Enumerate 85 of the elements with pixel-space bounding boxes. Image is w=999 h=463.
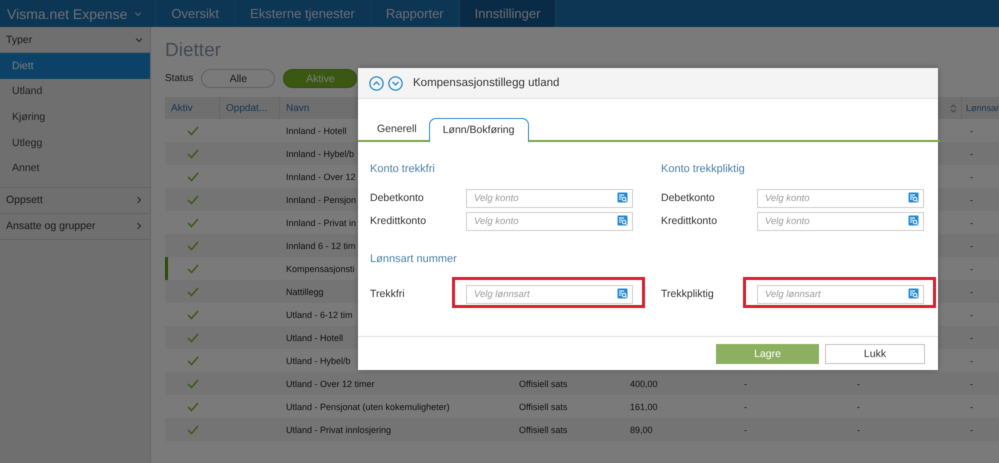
nav-tab[interactable]: Innstillinger (460, 0, 556, 27)
table-cell: - (970, 264, 973, 274)
table-cell: - (744, 378, 747, 388)
table-row[interactable]: Utland - Over 12 timer Offisiell sats 400,00 - - - (165, 372, 999, 395)
table-cell: Utland - Hybel/b (286, 356, 351, 366)
input-field[interactable]: Velg lønnsart (466, 285, 633, 304)
table-cell: - (744, 424, 747, 434)
column-header[interactable]: Oppdat... (220, 97, 280, 119)
table-cell: - (970, 126, 973, 136)
table-cell: - (970, 424, 973, 434)
table-cell: 400,00 (630, 378, 658, 388)
list-search-icon[interactable] (617, 215, 628, 226)
list-search-icon[interactable] (617, 192, 628, 203)
sidebar-group[interactable]: Ansatte og grupper (0, 214, 150, 240)
table-cell: - (970, 148, 973, 158)
table-cell: - (970, 240, 973, 250)
table-cell: - (970, 378, 973, 388)
table-cell: Innland - Hotell (286, 126, 347, 136)
table-cell: 89,00 (630, 424, 653, 434)
table-cell: - (970, 402, 973, 412)
table-cell: Innland 6 - 12 tim (286, 240, 356, 250)
close-button[interactable]: Lukk (825, 344, 925, 364)
table-cell: - (970, 286, 973, 296)
input-field[interactable]: Velg konto (466, 212, 633, 231)
table-cell: Kompensasjonsti (286, 264, 355, 274)
table-cell: Utland - 6-12 tim (286, 310, 353, 320)
table-cell: Innland - Hybel/b (286, 148, 354, 158)
input-field[interactable]: Velg konto (757, 189, 924, 208)
list-search-icon[interactable] (908, 192, 919, 203)
table-cell: Offisiell sats (519, 378, 568, 388)
table-cell: Offisiell sats (519, 402, 568, 412)
field-label: Trekkfri (370, 288, 406, 300)
table-cell: Offisiell sats (519, 424, 568, 434)
input-field[interactable]: Velg lønnsart (757, 285, 924, 304)
page-title: Dietter (165, 40, 222, 62)
input-field[interactable]: Velg konto (466, 189, 633, 208)
table-cell: - (857, 424, 860, 434)
tab[interactable]: Lønn/Bokføring (428, 118, 528, 142)
table-cell: - (744, 402, 747, 412)
sort-icon[interactable] (950, 104, 957, 112)
table-cell: Innland - Pensjon (286, 194, 356, 204)
sidebar-item[interactable]: Diett (0, 53, 150, 79)
section-heading: Konto trekkpliktig (661, 162, 746, 177)
status-label: Status (165, 73, 194, 84)
field-label: Trekkpliktig (661, 288, 715, 300)
chevron-up-icon[interactable] (369, 76, 384, 90)
table-cell: - (970, 172, 973, 182)
sidebar-group[interactable]: Oppsett (0, 188, 150, 214)
column-header[interactable]: Lønnsar (962, 97, 999, 119)
table-cell: Utland - Hotell (286, 332, 344, 342)
table-cell: Innland - Privat in (286, 218, 356, 228)
table-cell: Utland - Over 12 timer (286, 378, 375, 388)
sidebar-item[interactable]: Utlegg (0, 130, 150, 156)
chevron-down-icon[interactable] (388, 76, 403, 90)
table-cell: 161,00 (630, 402, 658, 412)
table-cell: - (970, 332, 973, 342)
field-label: Kredittkonto (370, 214, 428, 226)
table-cell: - (970, 310, 973, 320)
table-cell: Utland - Privat innlosjering (286, 424, 392, 434)
field-label: Kredittkonto (661, 214, 718, 226)
table-cell: - (857, 402, 860, 412)
table-cell: Innland - Over 12 (286, 172, 356, 182)
tab[interactable]: Generell (365, 118, 429, 140)
table-cell: Utland - Pensjonat (uten kokemuligheter) (286, 402, 450, 412)
filter-button[interactable]: Alle (201, 69, 276, 88)
table-cell: - (970, 218, 973, 228)
list-search-icon[interactable] (908, 215, 919, 226)
list-search-icon[interactable] (908, 288, 919, 299)
table-cell: - (970, 356, 973, 366)
table-cell: - (970, 194, 973, 204)
field-label: Debetkonto (661, 192, 716, 204)
sidebar-item[interactable]: Annet (0, 155, 150, 181)
input-field[interactable]: Velg konto (757, 212, 924, 231)
column-header[interactable]: Aktiv (165, 97, 220, 119)
table-cell: - (857, 378, 860, 388)
table-cell: Nattillegg (286, 286, 324, 296)
dialog-title: Kompensasjonstillegg utland (413, 77, 560, 89)
field-label: Debetkonto (370, 192, 425, 204)
list-search-icon[interactable] (617, 288, 628, 299)
section-heading: Lønnsart nummer (370, 252, 458, 267)
filter-button[interactable]: Aktive (283, 69, 358, 88)
save-button[interactable]: Lagre (716, 344, 819, 364)
table-row[interactable]: Utland - Privat innlosjering Offisiell sats 89,00 - - - (165, 418, 999, 441)
sidebar-item[interactable]: Kjøring (0, 104, 150, 130)
section-heading: Konto trekkfri (370, 162, 436, 177)
